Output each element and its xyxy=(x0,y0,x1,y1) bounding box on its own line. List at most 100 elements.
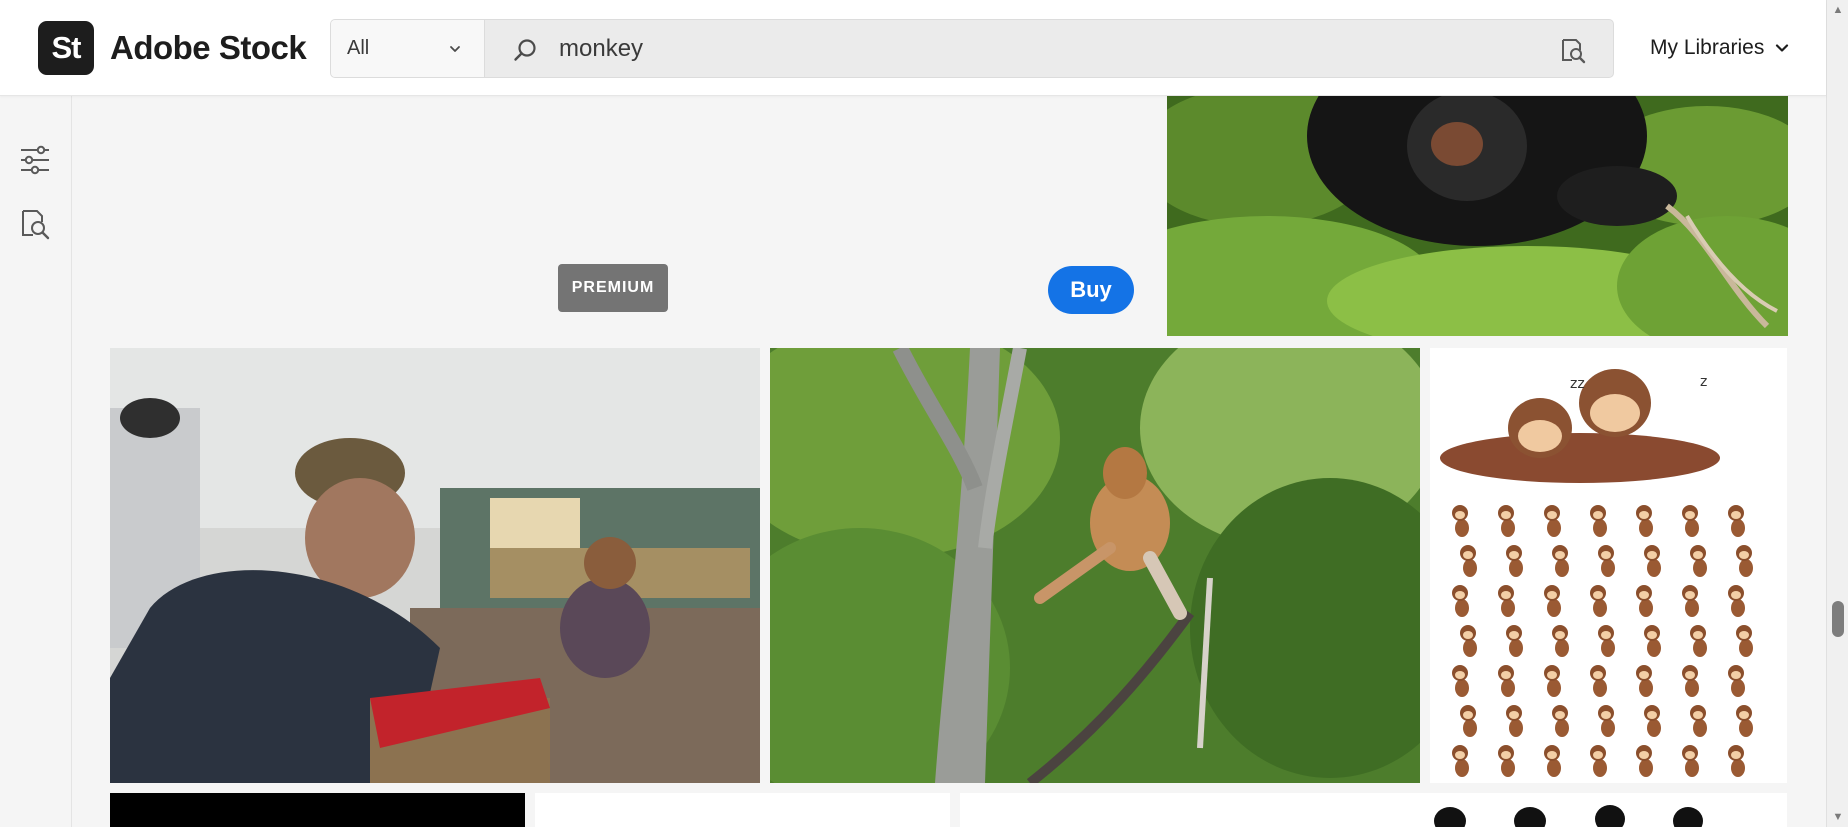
mini-cartoon-monkey xyxy=(1463,719,1477,737)
mini-cartoon-monkey xyxy=(1455,679,1469,697)
scroll-down-icon[interactable]: ▼ xyxy=(1832,811,1844,823)
result-tile-white[interactable] xyxy=(535,793,950,827)
svg-text:zz: zz xyxy=(1570,376,1585,392)
man-with-monkey-image xyxy=(110,348,760,783)
mini-cartoon-monkey xyxy=(1601,631,1611,639)
mini-cartoon-monkey xyxy=(1693,711,1703,719)
mini-cartoon-monkey xyxy=(1731,591,1741,599)
filters-icon xyxy=(21,145,49,175)
adobe-stock-home-link[interactable]: St Adobe Stock xyxy=(38,21,307,75)
mini-cartoon-monkey xyxy=(1731,759,1745,777)
mini-cartoon-monkey xyxy=(1647,711,1657,719)
mini-cartoon-monkey xyxy=(1501,751,1511,759)
mini-cartoon-monkey xyxy=(1555,559,1569,577)
mini-cartoon-monkey xyxy=(1501,671,1511,679)
mini-cartoon-monkey xyxy=(1463,551,1473,559)
mini-cartoon-monkey xyxy=(1647,551,1657,559)
mini-cartoon-monkey xyxy=(1509,711,1519,719)
result-tile-cartoon-monkeys[interactable]: zz z xyxy=(1430,348,1787,783)
mini-cartoon-monkey xyxy=(1647,559,1661,577)
mini-cartoon-monkey xyxy=(1731,599,1745,617)
visual-search-icon xyxy=(22,210,50,240)
mini-cartoon-monkey xyxy=(1547,599,1561,617)
mini-cartoon-monkey xyxy=(1685,511,1695,519)
mini-cartoon-monkey xyxy=(1647,639,1661,657)
result-tile-black[interactable] xyxy=(110,793,525,827)
mini-cartoon-monkey xyxy=(1555,551,1565,559)
mini-cartoon-monkey xyxy=(1463,559,1477,577)
mini-cartoon-monkey xyxy=(1601,639,1615,657)
mini-cartoon-monkey xyxy=(1685,671,1695,679)
scroll-thumb[interactable] xyxy=(1832,601,1844,637)
adobe-stock-logo: St xyxy=(38,21,94,75)
search-scope-label: All xyxy=(347,37,370,59)
page-scrollbar[interactable]: ▲ ▼ xyxy=(1826,0,1848,827)
mini-cartoon-monkey xyxy=(1501,679,1515,697)
mini-cartoon-monkey xyxy=(1739,631,1749,639)
search-bar: All xyxy=(330,19,1614,78)
search-scope-dropdown[interactable]: All xyxy=(331,20,485,77)
mini-cartoon-monkey xyxy=(1593,679,1607,697)
mini-cartoon-monkey xyxy=(1593,591,1603,599)
mini-cartoon-monkey xyxy=(1555,639,1569,657)
mini-cartoon-monkey xyxy=(1739,559,1753,577)
result-tile-chimpanzee[interactable] xyxy=(1167,96,1788,336)
mini-cartoon-monkey xyxy=(1601,719,1615,737)
mini-cartoon-monkey xyxy=(1639,751,1649,759)
mini-cartoon-monkey xyxy=(1455,599,1469,617)
svg-text:z: z xyxy=(1700,374,1707,390)
mini-cartoon-monkey xyxy=(1693,639,1707,657)
mini-cartoon-monkey xyxy=(1685,519,1699,537)
mini-cartoon-monkey xyxy=(1593,671,1603,679)
mini-cartoon-monkey xyxy=(1463,711,1473,719)
result-tile-proboscis-monkey[interactable] xyxy=(770,348,1420,783)
my-libraries-menu[interactable]: My Libraries xyxy=(1650,36,1790,60)
mini-cartoon-monkey xyxy=(1601,711,1611,719)
buy-button[interactable]: Buy xyxy=(1048,266,1134,314)
search-input[interactable] xyxy=(485,20,1613,77)
scroll-up-icon[interactable]: ▲ xyxy=(1832,4,1844,16)
mini-cartoon-monkey xyxy=(1685,679,1699,697)
mini-cartoon-monkey xyxy=(1739,711,1749,719)
mini-cartoon-monkey xyxy=(1547,519,1561,537)
mini-cartoon-monkey xyxy=(1509,551,1519,559)
result-tile-man-with-monkey[interactable] xyxy=(110,348,760,783)
top-header: St Adobe Stock All My Libraries xyxy=(0,0,1826,96)
chevron-down-icon xyxy=(450,46,460,52)
mini-cartoon-monkey xyxy=(1593,599,1607,617)
mini-cartoon-monkey xyxy=(1639,599,1653,617)
result-tile-silhouettes[interactable] xyxy=(960,793,1787,827)
mini-cartoon-monkey xyxy=(1593,511,1603,519)
mini-cartoon-monkey xyxy=(1731,511,1741,519)
mini-cartoon-monkey xyxy=(1739,639,1753,657)
mini-cartoon-monkey xyxy=(1509,559,1523,577)
chevron-down-icon xyxy=(1776,44,1789,52)
left-tool-rail xyxy=(0,96,72,827)
mini-cartoon-monkey xyxy=(1501,519,1515,537)
mini-cartoon-monkey xyxy=(1693,631,1703,639)
mini-cartoon-monkey xyxy=(1555,719,1569,737)
mini-cartoon-monkey xyxy=(1639,671,1649,679)
mini-cartoon-monkey xyxy=(1547,511,1557,519)
visual-search-button[interactable] xyxy=(17,206,53,242)
search-results-grid: PREMIUM Buy zz z xyxy=(72,96,1826,827)
mini-cartoon-monkey xyxy=(1547,751,1557,759)
mini-cartoon-monkey xyxy=(1731,671,1741,679)
mini-cartoon-monkey xyxy=(1555,711,1565,719)
search-field xyxy=(485,20,1613,77)
mini-cartoon-monkey xyxy=(1739,719,1753,737)
mini-cartoon-monkey xyxy=(1739,551,1749,559)
mini-cartoon-monkey xyxy=(1693,551,1703,559)
mini-cartoon-monkey xyxy=(1547,679,1561,697)
mini-cartoon-monkey xyxy=(1455,751,1465,759)
mini-cartoon-monkey xyxy=(1731,679,1745,697)
mini-cartoon-monkey xyxy=(1685,599,1699,617)
filters-button[interactable] xyxy=(17,142,53,178)
visual-search-icon[interactable] xyxy=(1557,35,1587,65)
mini-cartoon-monkey xyxy=(1593,519,1607,537)
my-libraries-label: My Libraries xyxy=(1650,36,1765,59)
mini-cartoon-monkey xyxy=(1501,511,1511,519)
mini-cartoon-monkey xyxy=(1601,551,1611,559)
mini-cartoon-monkey xyxy=(1555,631,1565,639)
mini-cartoon-monkey xyxy=(1463,639,1477,657)
